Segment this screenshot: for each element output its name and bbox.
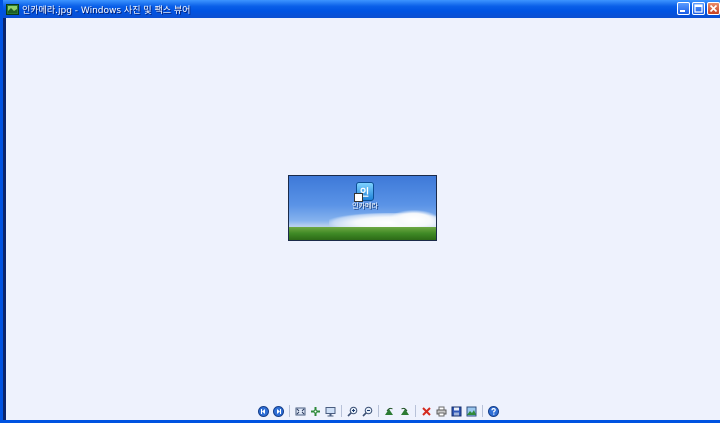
save-copy-icon[interactable] [451, 405, 463, 417]
zoom-out-icon[interactable] [362, 405, 374, 417]
best-fit-icon[interactable] [295, 405, 307, 417]
photo-viewer-window: 인카메라.jpg - Windows 사진 및 팩스 뷰어 인 인카메라 [0, 0, 720, 423]
desktop-shortcut-label: 인카메라 [352, 202, 378, 210]
window-controls [677, 2, 720, 15]
delete-icon[interactable] [421, 405, 433, 417]
slideshow-icon[interactable] [325, 405, 337, 417]
toolbar-separator [378, 405, 379, 417]
desktop-shortcut-icon: 인 [354, 182, 374, 202]
title-bar[interactable]: 인카메라.jpg - Windows 사진 및 팩스 뷰어 [3, 0, 720, 18]
open-editor-icon[interactable] [466, 405, 478, 417]
rotate-clockwise-icon[interactable] [384, 405, 396, 417]
next-image-icon[interactable] [273, 405, 285, 417]
photo-viewer-app-icon[interactable] [6, 3, 19, 15]
help-icon[interactable] [488, 405, 500, 417]
photo-grass-hill [289, 227, 436, 240]
toolbar-separator [341, 405, 342, 417]
window-title: 인카메라.jpg - Windows 사진 및 팩스 뷰어 [22, 5, 191, 16]
previous-image-icon[interactable] [258, 405, 270, 417]
toolbar-separator [289, 405, 290, 417]
viewer-toolbar [256, 404, 501, 418]
displayed-photo[interactable]: 인 인카메라 [288, 175, 437, 241]
print-icon[interactable] [436, 405, 448, 417]
rotate-counterclockwise-icon[interactable] [399, 405, 411, 417]
minimize-button[interactable] [677, 2, 690, 15]
toolbar-separator [482, 405, 483, 417]
photo-cloud-secondary [389, 210, 436, 226]
maximize-button[interactable] [692, 2, 705, 15]
image-view-area[interactable]: 인 인카메라 [6, 18, 720, 420]
actual-size-icon[interactable] [310, 405, 322, 417]
close-button[interactable] [707, 2, 720, 15]
zoom-in-icon[interactable] [347, 405, 359, 417]
toolbar-separator [415, 405, 416, 417]
